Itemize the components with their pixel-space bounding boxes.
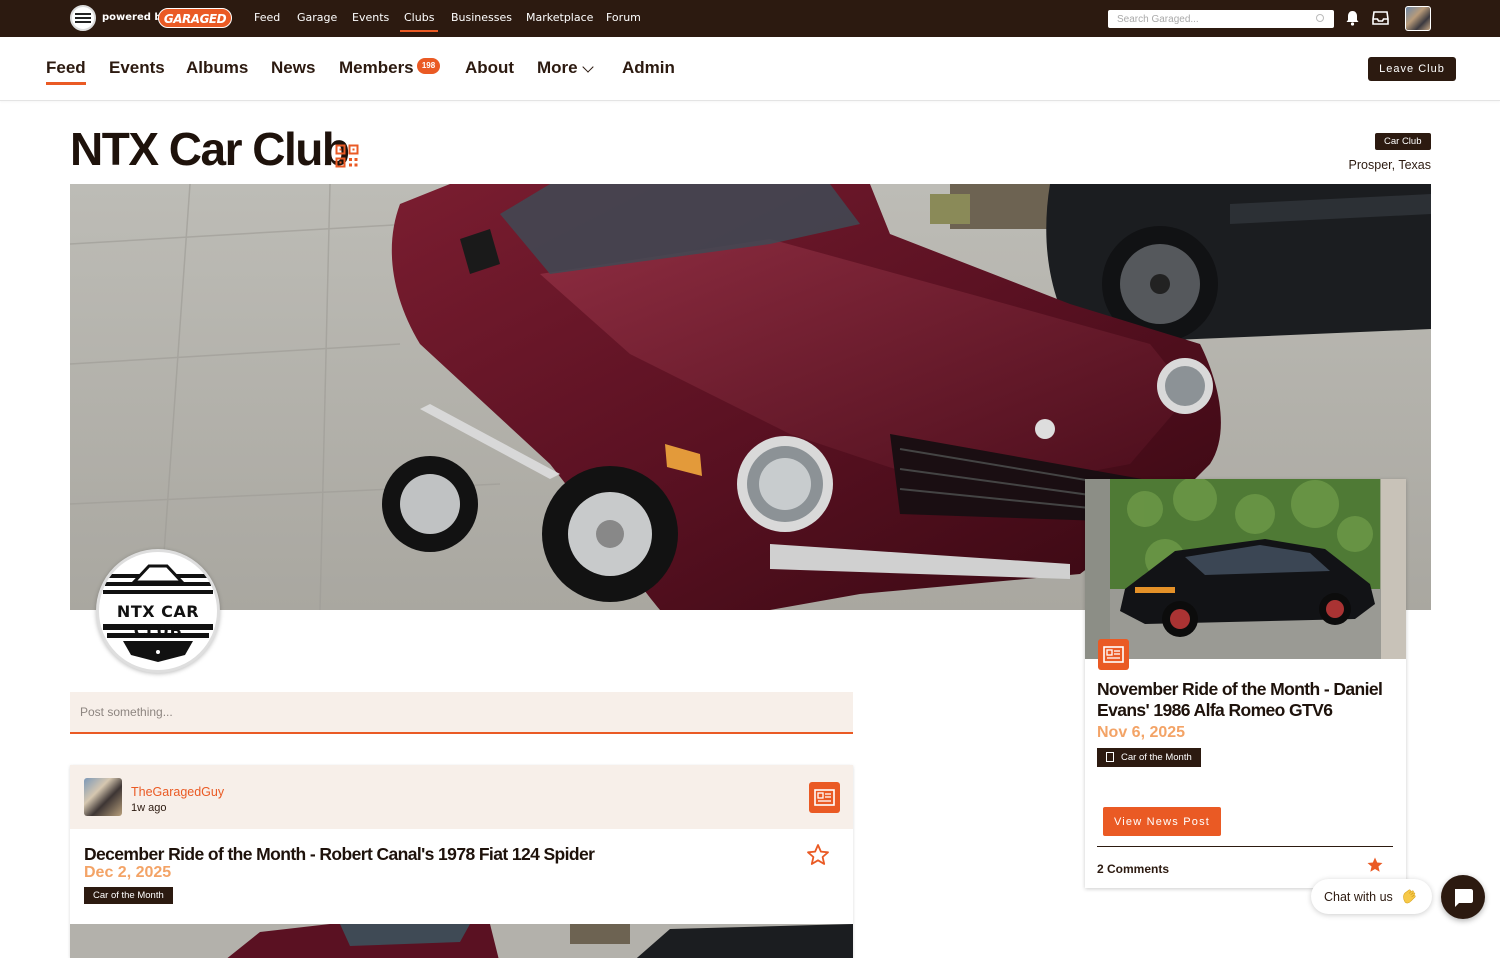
- members-count-badge: 198: [417, 58, 440, 74]
- chat-with-us-pill[interactable]: Chat with us: [1311, 879, 1432, 914]
- qr-code-icon[interactable]: [335, 144, 359, 168]
- news-card-tag[interactable]: Car of the Month: [1097, 748, 1201, 767]
- news-icon: [809, 782, 840, 813]
- top-nav-forum[interactable]: Forum: [606, 11, 641, 24]
- comments-count[interactable]: 2 Comments: [1097, 862, 1169, 876]
- document-icon: [1106, 752, 1114, 762]
- top-nav-businesses[interactable]: Businesses: [451, 11, 512, 24]
- view-news-post-button[interactable]: View News Post: [1103, 807, 1221, 836]
- star-outline-icon[interactable]: [806, 843, 830, 867]
- news-card-title[interactable]: November Ride of the Month - Daniel Evan…: [1097, 679, 1392, 721]
- post-composer-input[interactable]: [70, 692, 853, 734]
- tab-more[interactable]: More: [537, 58, 578, 78]
- leave-club-button[interactable]: Leave Club: [1368, 57, 1456, 81]
- page-title: NTX Car Club: [70, 123, 350, 175]
- news-card-date: Nov 6, 2025: [1097, 724, 1186, 741]
- club-location: Prosper, Texas: [1348, 158, 1431, 172]
- inbox-icon[interactable]: [1372, 10, 1389, 25]
- tab-news[interactable]: News: [271, 58, 315, 78]
- tab-albums[interactable]: Albums: [186, 58, 248, 78]
- news-icon: [1098, 639, 1129, 670]
- site-logo-icon[interactable]: [70, 5, 96, 31]
- top-nav-garage[interactable]: Garage: [297, 11, 337, 24]
- chat-bubble-icon: [1455, 889, 1473, 907]
- club-nav: Feed Events Albums News Members About Mo…: [0, 37, 1500, 101]
- author-avatar[interactable]: [84, 778, 122, 816]
- star-filled-icon[interactable]: [1366, 856, 1384, 874]
- club-type-badge: Car Club: [1375, 133, 1431, 150]
- author-name[interactable]: TheGaragedGuy: [131, 785, 224, 799]
- top-nav-clubs[interactable]: Clubs: [399, 11, 439, 32]
- news-card-tag-label: Car of the Month: [1121, 752, 1192, 763]
- search-input[interactable]: [1108, 10, 1334, 28]
- feed-post-card: TheGaragedGuy 1w ago December Ride of th…: [70, 765, 853, 958]
- top-nav-feed[interactable]: Feed: [254, 11, 280, 24]
- post-time: 1w ago: [131, 802, 167, 814]
- chat-button[interactable]: [1441, 875, 1485, 919]
- top-nav-events[interactable]: Events: [352, 11, 389, 24]
- club-logo: NTX CAR CLUB: [96, 549, 220, 673]
- wave-emoji-icon: [1403, 889, 1416, 904]
- tab-about[interactable]: About: [465, 58, 514, 78]
- news-card-image[interactable]: [1085, 479, 1406, 659]
- search-icon[interactable]: [1316, 14, 1324, 22]
- chat-label: Chat with us: [1324, 890, 1393, 904]
- feed-post-title[interactable]: December Ride of the Month - Robert Cana…: [84, 844, 595, 865]
- bell-icon[interactable]: [1345, 10, 1360, 26]
- top-nav-marketplace[interactable]: Marketplace: [526, 11, 593, 24]
- divider: [1097, 846, 1393, 847]
- feed-post-image[interactable]: [70, 924, 853, 958]
- tab-admin[interactable]: Admin: [622, 58, 675, 78]
- tab-events[interactable]: Events: [109, 58, 165, 78]
- feed-post-date: Dec 2, 2025: [84, 864, 172, 881]
- top-bar: powered by GARAGED Feed Garage Events Cl…: [0, 0, 1500, 37]
- feed-post-tag[interactable]: Car of the Month: [84, 887, 173, 904]
- tab-feed[interactable]: Feed: [46, 58, 86, 85]
- user-avatar[interactable]: [1405, 6, 1431, 31]
- news-card: November Ride of the Month - Daniel Evan…: [1085, 479, 1406, 888]
- garaged-logo[interactable]: GARAGED: [158, 8, 232, 28]
- club-logo-text: NTX CAR CLUB: [116, 602, 200, 640]
- tab-members[interactable]: Members: [339, 58, 414, 78]
- feed-post-header: TheGaragedGuy 1w ago: [70, 765, 853, 829]
